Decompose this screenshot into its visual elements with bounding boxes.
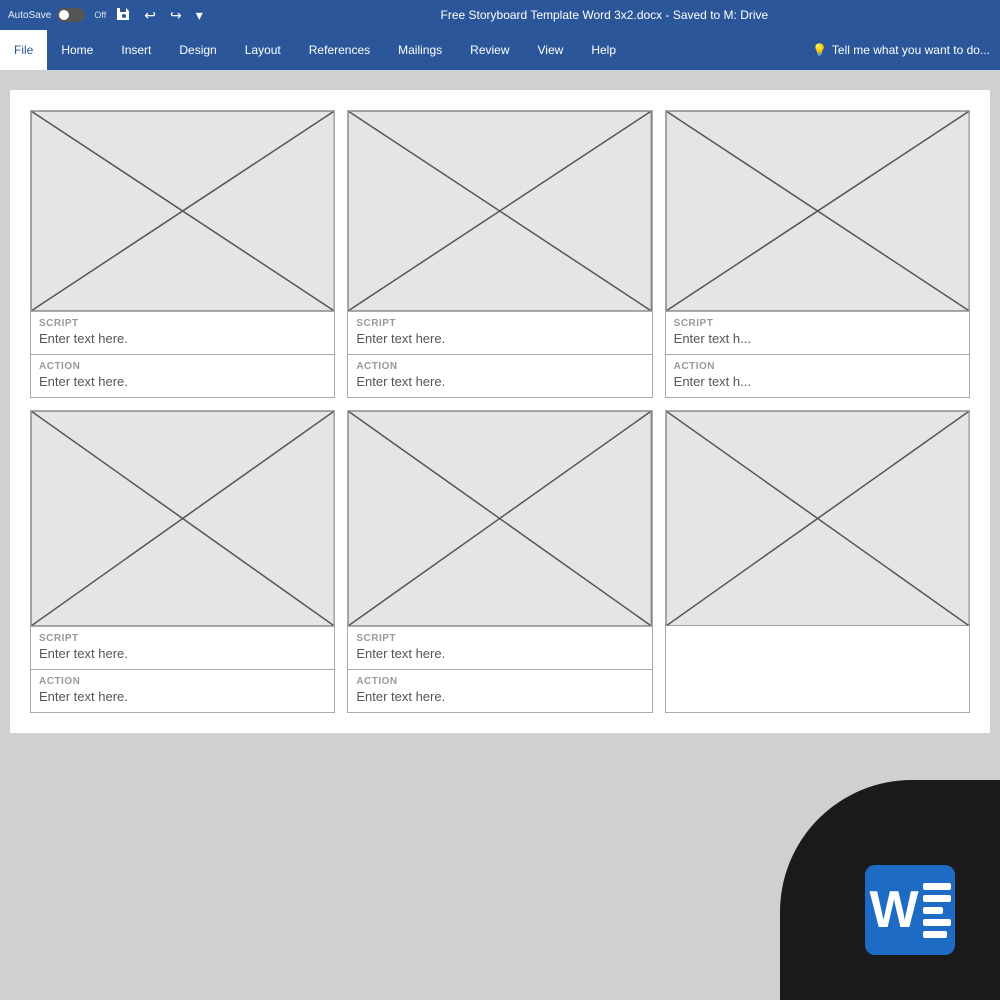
script-text-1-1[interactable]: Enter text here. — [39, 331, 326, 346]
cell-image-2-2 — [348, 411, 651, 626]
action-label-1-1: ACTION — [39, 361, 326, 372]
autosave-label: AutoSave — [8, 10, 51, 21]
toggle-knob — [59, 10, 69, 20]
word-line-1 — [923, 883, 951, 890]
script-text-1-3[interactable]: Enter text h... — [674, 331, 961, 346]
tab-mailings[interactable]: Mailings — [384, 30, 456, 70]
action-text-1-1[interactable]: Enter text here. — [39, 374, 326, 389]
toggle-state: Off — [94, 10, 106, 20]
storyboard-cell-1-2: SCRIPT Enter text here. ACTION Enter tex… — [347, 110, 652, 398]
cell-script-1-2[interactable]: SCRIPT Enter text here. — [348, 311, 651, 355]
storyboard-cell-1-3: SCRIPT Enter text h... ACTION Enter text… — [665, 110, 970, 398]
action-label-1-3: ACTION — [674, 361, 961, 372]
cell-action-1-1[interactable]: ACTION Enter text here. — [31, 355, 334, 397]
storyboard-grid: SCRIPT Enter text here. ACTION Enter tex… — [10, 90, 990, 733]
save-icon[interactable] — [112, 5, 134, 26]
customize-icon[interactable]: ▾ — [192, 5, 207, 26]
search-hint[interactable]: Tell me what you want to do... — [832, 43, 990, 57]
title-bar-left: AutoSave Off ↩ ↪ ▾ — [8, 5, 207, 26]
storyboard-cell-2-2: SCRIPT Enter text here. ACTION Enter tex… — [347, 410, 652, 713]
script-text-2-2[interactable]: Enter text here. — [356, 646, 643, 661]
action-text-2-2[interactable]: Enter text here. — [356, 689, 643, 704]
word-line-5 — [923, 931, 947, 938]
cell-script-2-1[interactable]: SCRIPT Enter text here. — [31, 626, 334, 670]
cell-action-1-3[interactable]: ACTION Enter text h... — [666, 355, 969, 397]
tab-review[interactable]: Review — [456, 30, 523, 70]
tab-layout[interactable]: Layout — [231, 30, 295, 70]
action-text-1-3[interactable]: Enter text h... — [674, 374, 961, 389]
word-line-3 — [923, 907, 943, 914]
word-logo: W — [865, 865, 955, 955]
script-label-2-1: SCRIPT — [39, 633, 326, 644]
tab-home[interactable]: Home — [47, 30, 107, 70]
tab-view[interactable]: View — [524, 30, 578, 70]
script-label-1-2: SCRIPT — [356, 318, 643, 329]
tab-file[interactable]: File — [0, 30, 47, 70]
tab-help[interactable]: Help — [577, 30, 630, 70]
document-title: Free Storyboard Template Word 3x2.docx -… — [217, 8, 992, 22]
tab-insert[interactable]: Insert — [107, 30, 165, 70]
cell-script-2-2[interactable]: SCRIPT Enter text here. — [348, 626, 651, 670]
word-lines — [923, 883, 951, 938]
action-label-2-2: ACTION — [356, 676, 643, 687]
cell-action-1-2[interactable]: ACTION Enter text here. — [348, 355, 651, 397]
cell-image-2-3 — [666, 411, 969, 626]
redo-icon[interactable]: ↪ — [166, 5, 186, 26]
cell-script-1-3[interactable]: SCRIPT Enter text h... — [666, 311, 969, 355]
cell-action-2-1[interactable]: ACTION Enter text here. — [31, 670, 334, 712]
script-label-1-3: SCRIPT — [674, 318, 961, 329]
storyboard-cell-2-1: SCRIPT Enter text here. ACTION Enter tex… — [30, 410, 335, 713]
storyboard-cell-2-3 — [665, 410, 970, 713]
word-w-letter: W — [869, 884, 918, 936]
word-line-4 — [923, 919, 951, 926]
tab-design[interactable]: Design — [165, 30, 230, 70]
script-label-1-1: SCRIPT — [39, 318, 326, 329]
script-text-2-1[interactable]: Enter text here. — [39, 646, 326, 661]
cell-image-1-2 — [348, 111, 651, 311]
action-text-1-2[interactable]: Enter text here. — [356, 374, 643, 389]
cell-image-1-3 — [666, 111, 969, 311]
lightbulb-icon: 💡 — [812, 43, 827, 57]
ribbon-search: 💡 Tell me what you want to do... — [812, 30, 1000, 70]
autosave-toggle[interactable] — [57, 8, 85, 22]
cell-image-2-1 — [31, 411, 334, 626]
ribbon: File Home Insert Design Layout Reference… — [0, 30, 1000, 70]
tab-references[interactable]: References — [295, 30, 384, 70]
cell-script-1-1[interactable]: SCRIPT Enter text here. — [31, 311, 334, 355]
action-label-1-2: ACTION — [356, 361, 643, 372]
cell-action-2-2[interactable]: ACTION Enter text here. — [348, 670, 651, 712]
script-label-2-2: SCRIPT — [356, 633, 643, 644]
word-icon-background: W — [865, 865, 955, 955]
script-text-1-2[interactable]: Enter text here. — [356, 331, 643, 346]
action-label-2-1: ACTION — [39, 676, 326, 687]
title-bar: AutoSave Off ↩ ↪ ▾ Free Storyboard Templ… — [0, 0, 1000, 30]
cell-image-1-1 — [31, 111, 334, 311]
action-text-2-1[interactable]: Enter text here. — [39, 689, 326, 704]
word-line-2 — [923, 895, 951, 902]
storyboard-cell-1-1: SCRIPT Enter text here. ACTION Enter tex… — [30, 110, 335, 398]
undo-icon[interactable]: ↩ — [140, 5, 160, 26]
